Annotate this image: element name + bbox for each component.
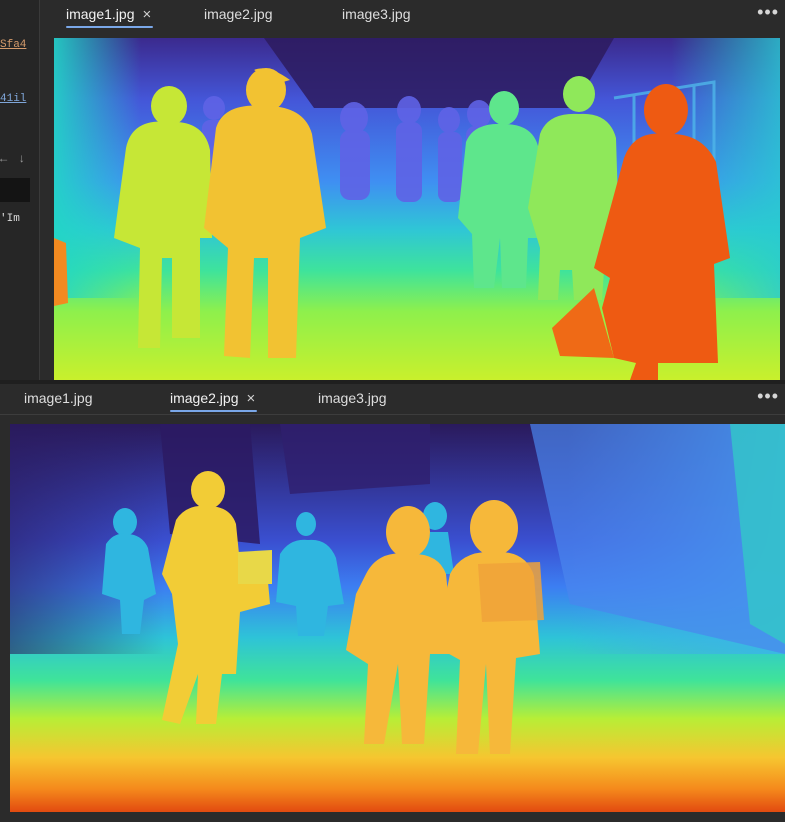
- code-fragment[interactable]: Sfa4: [0, 39, 26, 51]
- bottom-tab-bar: image1.jpg image2.jpg × image3.jpg •••: [0, 384, 785, 412]
- top-editor-pane: Sfa4 41il ← ↓ 'Im image1.jpg × image2.jp…: [0, 0, 785, 382]
- tab-label: image3.jpg: [318, 390, 387, 406]
- tab-label: image2.jpg: [204, 6, 273, 22]
- tab-image2[interactable]: image2.jpg: [204, 0, 273, 28]
- depth-map-image: [10, 424, 785, 812]
- code-editor-strip: Sfa4 41il ← ↓ 'Im: [0, 0, 40, 382]
- tab-image1[interactable]: image1.jpg: [24, 384, 93, 412]
- depth-map-image: [54, 38, 780, 380]
- tab-image3[interactable]: image3.jpg: [342, 0, 411, 28]
- more-options-icon[interactable]: •••: [757, 386, 779, 407]
- image-preview-depth-map-1: [54, 38, 780, 380]
- tab-label: image2.jpg: [170, 390, 239, 406]
- top-tab-bar: image1.jpg × image2.jpg image3.jpg •••: [42, 0, 785, 28]
- more-options-icon[interactable]: •••: [757, 2, 779, 23]
- tab-label: image3.jpg: [342, 6, 411, 22]
- tab-image2[interactable]: image2.jpg ×: [170, 384, 258, 412]
- code-fragment: 'Im: [0, 213, 20, 225]
- tab-image3[interactable]: image3.jpg: [318, 384, 387, 412]
- image-preview-depth-map-2: [10, 424, 785, 812]
- tab-label: image1.jpg: [24, 390, 93, 406]
- tab-image1[interactable]: image1.jpg ×: [66, 0, 154, 28]
- tab-bar-divider: [0, 414, 785, 415]
- code-fragment[interactable]: 41il: [0, 93, 26, 105]
- code-output-cell: [0, 178, 30, 202]
- close-icon[interactable]: ×: [247, 391, 256, 406]
- tab-label: image1.jpg: [66, 6, 135, 22]
- close-icon[interactable]: ×: [143, 7, 152, 22]
- arrow-left-icon[interactable]: ←: [0, 152, 7, 166]
- arrow-down-icon[interactable]: ↓: [18, 152, 25, 166]
